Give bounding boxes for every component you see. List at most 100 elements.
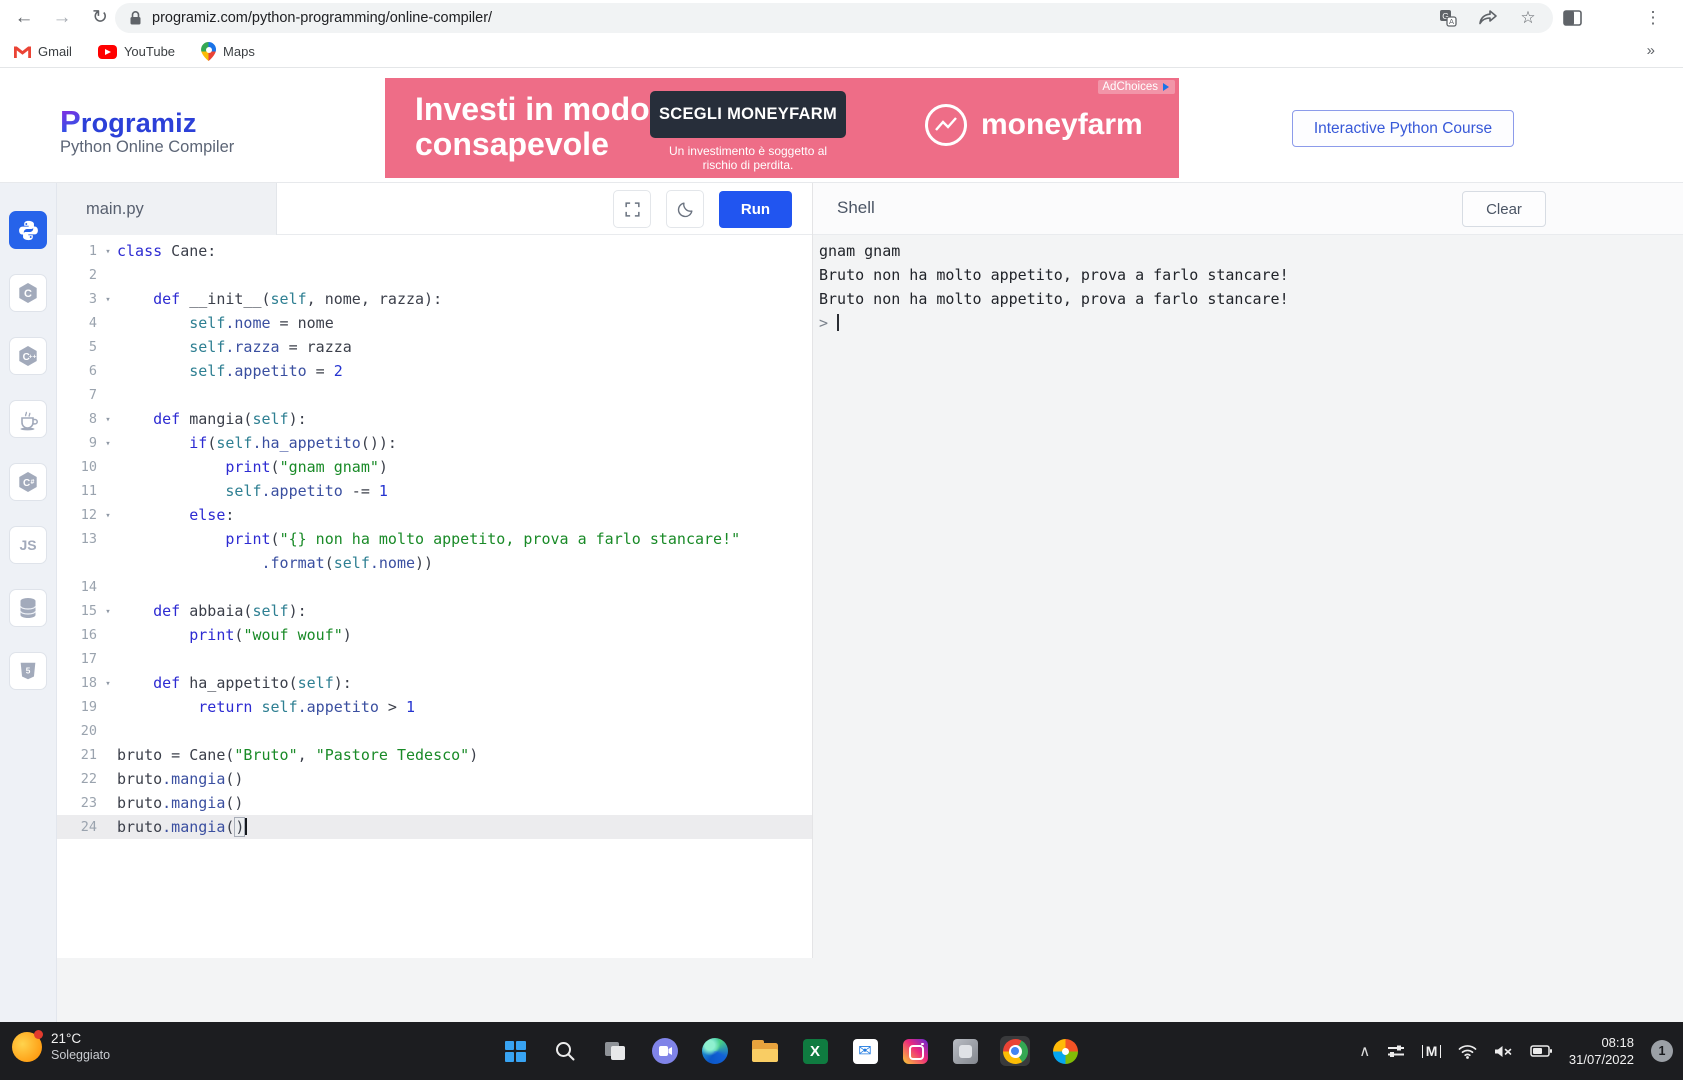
code-line[interactable]: 6 self.appetito = 2 <box>57 359 812 383</box>
ad-cta-button[interactable]: SCEGLI MONEYFARM <box>650 91 846 138</box>
code-line[interactable]: 1▾class Cane: <box>57 239 812 263</box>
code-line[interactable]: 7 <box>57 383 812 407</box>
battery-icon[interactable] <box>1530 1045 1552 1057</box>
side-panel-icon[interactable] <box>1560 6 1584 30</box>
fold-gutter <box>101 767 115 791</box>
address-bar[interactable]: programiz.com/python-programming/online-… <box>115 3 1553 33</box>
task-view-button[interactable] <box>600 1036 630 1066</box>
fold-gutter <box>101 815 115 839</box>
ad-headline-line1: Investi in modo <box>415 92 650 127</box>
adchoices-badge[interactable]: AdChoices <box>1098 80 1175 94</box>
code-line[interactable]: 5 self.razza = razza <box>57 335 812 359</box>
sidebar-item-javascript[interactable]: JS <box>9 526 47 564</box>
code-line[interactable]: 8▾ def mangia(self): <box>57 407 812 431</box>
start-button[interactable] <box>500 1036 530 1066</box>
code-line[interactable]: 12▾ else: <box>57 503 812 527</box>
code-text: print("{} non ha molto appetito, prova a… <box>115 527 740 551</box>
code-line[interactable]: 11 self.appetito -= 1 <box>57 479 812 503</box>
code-line[interactable]: 23bruto.mangia() <box>57 791 812 815</box>
bookmark-maps[interactable]: Maps <box>201 42 255 61</box>
svg-text:++: ++ <box>29 353 37 360</box>
code-line[interactable]: 10 print("gnam gnam") <box>57 455 812 479</box>
instagram-button[interactable] <box>900 1036 930 1066</box>
code-line[interactable]: 3▾ def __init__(self, nome, razza): <box>57 287 812 311</box>
share-icon[interactable] <box>1477 7 1499 29</box>
code-line[interactable]: 15▾ def abbaia(self): <box>57 599 812 623</box>
ad-headline-line2: consapevole <box>415 127 650 162</box>
translate-icon[interactable]: G A <box>1437 7 1459 29</box>
tray-chevron-up-icon[interactable]: ∧ <box>1359 1042 1370 1060</box>
edge-button[interactable] <box>700 1036 730 1066</box>
sidebar-item-html[interactable]: 5 <box>9 652 47 690</box>
search-button[interactable] <box>550 1036 580 1066</box>
bookmark-star-icon[interactable]: ☆ <box>1517 7 1539 29</box>
url-text: programiz.com/python-programming/online-… <box>152 10 1419 26</box>
code-line[interactable]: 4 self.nome = nome <box>57 311 812 335</box>
sidebar-item-java[interactable] <box>9 400 47 438</box>
sidebar-item-sql[interactable] <box>9 589 47 627</box>
sidebar-item-c[interactable]: C <box>9 274 47 312</box>
fold-arrow-icon[interactable]: ▾ <box>101 287 115 311</box>
chat-button[interactable] <box>650 1036 680 1066</box>
browser-menu-icon[interactable]: ⋮ <box>1641 6 1665 30</box>
csharp-icon: C # <box>16 470 40 494</box>
tray-app-m-icon[interactable]: M <box>1422 1045 1441 1058</box>
code-line[interactable]: 2 <box>57 263 812 287</box>
code-line[interactable]: 21bruto = Cane("Bruto", "Pastore Tedesco… <box>57 743 812 767</box>
mail-button[interactable]: ✉ <box>850 1036 880 1066</box>
volume-muted-icon[interactable] <box>1494 1044 1513 1059</box>
code-line[interactable]: 18▾ def ha_appetito(self): <box>57 671 812 695</box>
code-line[interactable]: 16 print("wouf wouf") <box>57 623 812 647</box>
code-line[interactable]: .format(self.nome)) <box>57 551 812 575</box>
code-line[interactable]: 17 <box>57 647 812 671</box>
fold-arrow-icon[interactable]: ▾ <box>101 671 115 695</box>
taskbar-weather-widget[interactable]: 21°C Soleggiato <box>12 1030 110 1063</box>
wifi-icon[interactable] <box>1458 1044 1477 1059</box>
code-text <box>115 263 117 287</box>
back-icon[interactable]: ← <box>10 4 38 32</box>
code-line[interactable]: 22bruto.mangia() <box>57 767 812 791</box>
fold-arrow-icon[interactable]: ▾ <box>101 407 115 431</box>
excel-button[interactable]: X <box>800 1036 830 1066</box>
code-line[interactable]: 19 return self.appetito > 1 <box>57 695 812 719</box>
app-button[interactable] <box>950 1036 980 1066</box>
code-line[interactable]: 24bruto.mangia() <box>57 815 812 839</box>
fullscreen-button[interactable] <box>613 190 651 228</box>
shell-output-area[interactable]: gnam gnamBruto non ha molto appetito, pr… <box>813 235 1683 959</box>
run-button[interactable]: Run <box>719 191 792 228</box>
tray-sliders-icon[interactable] <box>1387 1043 1405 1059</box>
ad-banner[interactable]: Investi in modo consapevole SCEGLI MONEY… <box>385 78 1179 178</box>
line-number: 19 <box>57 695 101 719</box>
fold-arrow-icon[interactable]: ▾ <box>101 431 115 455</box>
forward-icon[interactable]: → <box>48 4 76 32</box>
sidebar-item-cpp[interactable]: C ++ <box>9 337 47 375</box>
interactive-course-button[interactable]: Interactive Python Course <box>1292 110 1514 147</box>
mail-icon: ✉ <box>853 1039 878 1064</box>
bookmark-youtube[interactable]: YouTube <box>98 44 175 59</box>
code-line[interactable]: 14 <box>57 575 812 599</box>
file-tab[interactable]: main.py <box>57 183 277 235</box>
browser-toolbar: ← → ↻ programiz.com/python-programming/o… <box>0 0 1683 36</box>
shell-prompt-row[interactable]: > <box>819 311 1683 335</box>
chrome-button[interactable] <box>1000 1036 1030 1066</box>
code-line[interactable]: 9▾ if(self.ha_appetito()): <box>57 431 812 455</box>
programiz-logo[interactable]: Programiz <box>60 104 197 140</box>
notification-badge[interactable]: 1 <box>1651 1040 1673 1062</box>
fold-arrow-icon[interactable]: ▾ <box>101 239 115 263</box>
sidebar-item-csharp[interactable]: C # <box>9 463 47 501</box>
code-line[interactable]: 20 <box>57 719 812 743</box>
photos-button[interactable] <box>1050 1036 1080 1066</box>
fold-arrow-icon[interactable]: ▾ <box>101 599 115 623</box>
sidebar-item-python[interactable] <box>9 211 47 249</box>
clear-button[interactable]: Clear <box>1462 191 1546 227</box>
clock-widget[interactable]: 08:18 31/07/2022 <box>1569 1034 1634 1068</box>
code-line[interactable]: 13 print("{} non ha molto appetito, prov… <box>57 527 812 551</box>
code-editor[interactable]: 1▾class Cane:23▾ def __init__(self, nome… <box>57 235 812 959</box>
file-explorer-button[interactable] <box>750 1036 780 1066</box>
weather-temperature: 21°C <box>51 1030 110 1047</box>
bookmark-gmail[interactable]: Gmail <box>14 44 72 59</box>
dark-mode-button[interactable] <box>666 190 704 228</box>
more-bookmarks-icon[interactable]: » <box>1647 42 1655 59</box>
fold-arrow-icon[interactable]: ▾ <box>101 503 115 527</box>
reload-icon[interactable]: ↻ <box>86 4 114 32</box>
